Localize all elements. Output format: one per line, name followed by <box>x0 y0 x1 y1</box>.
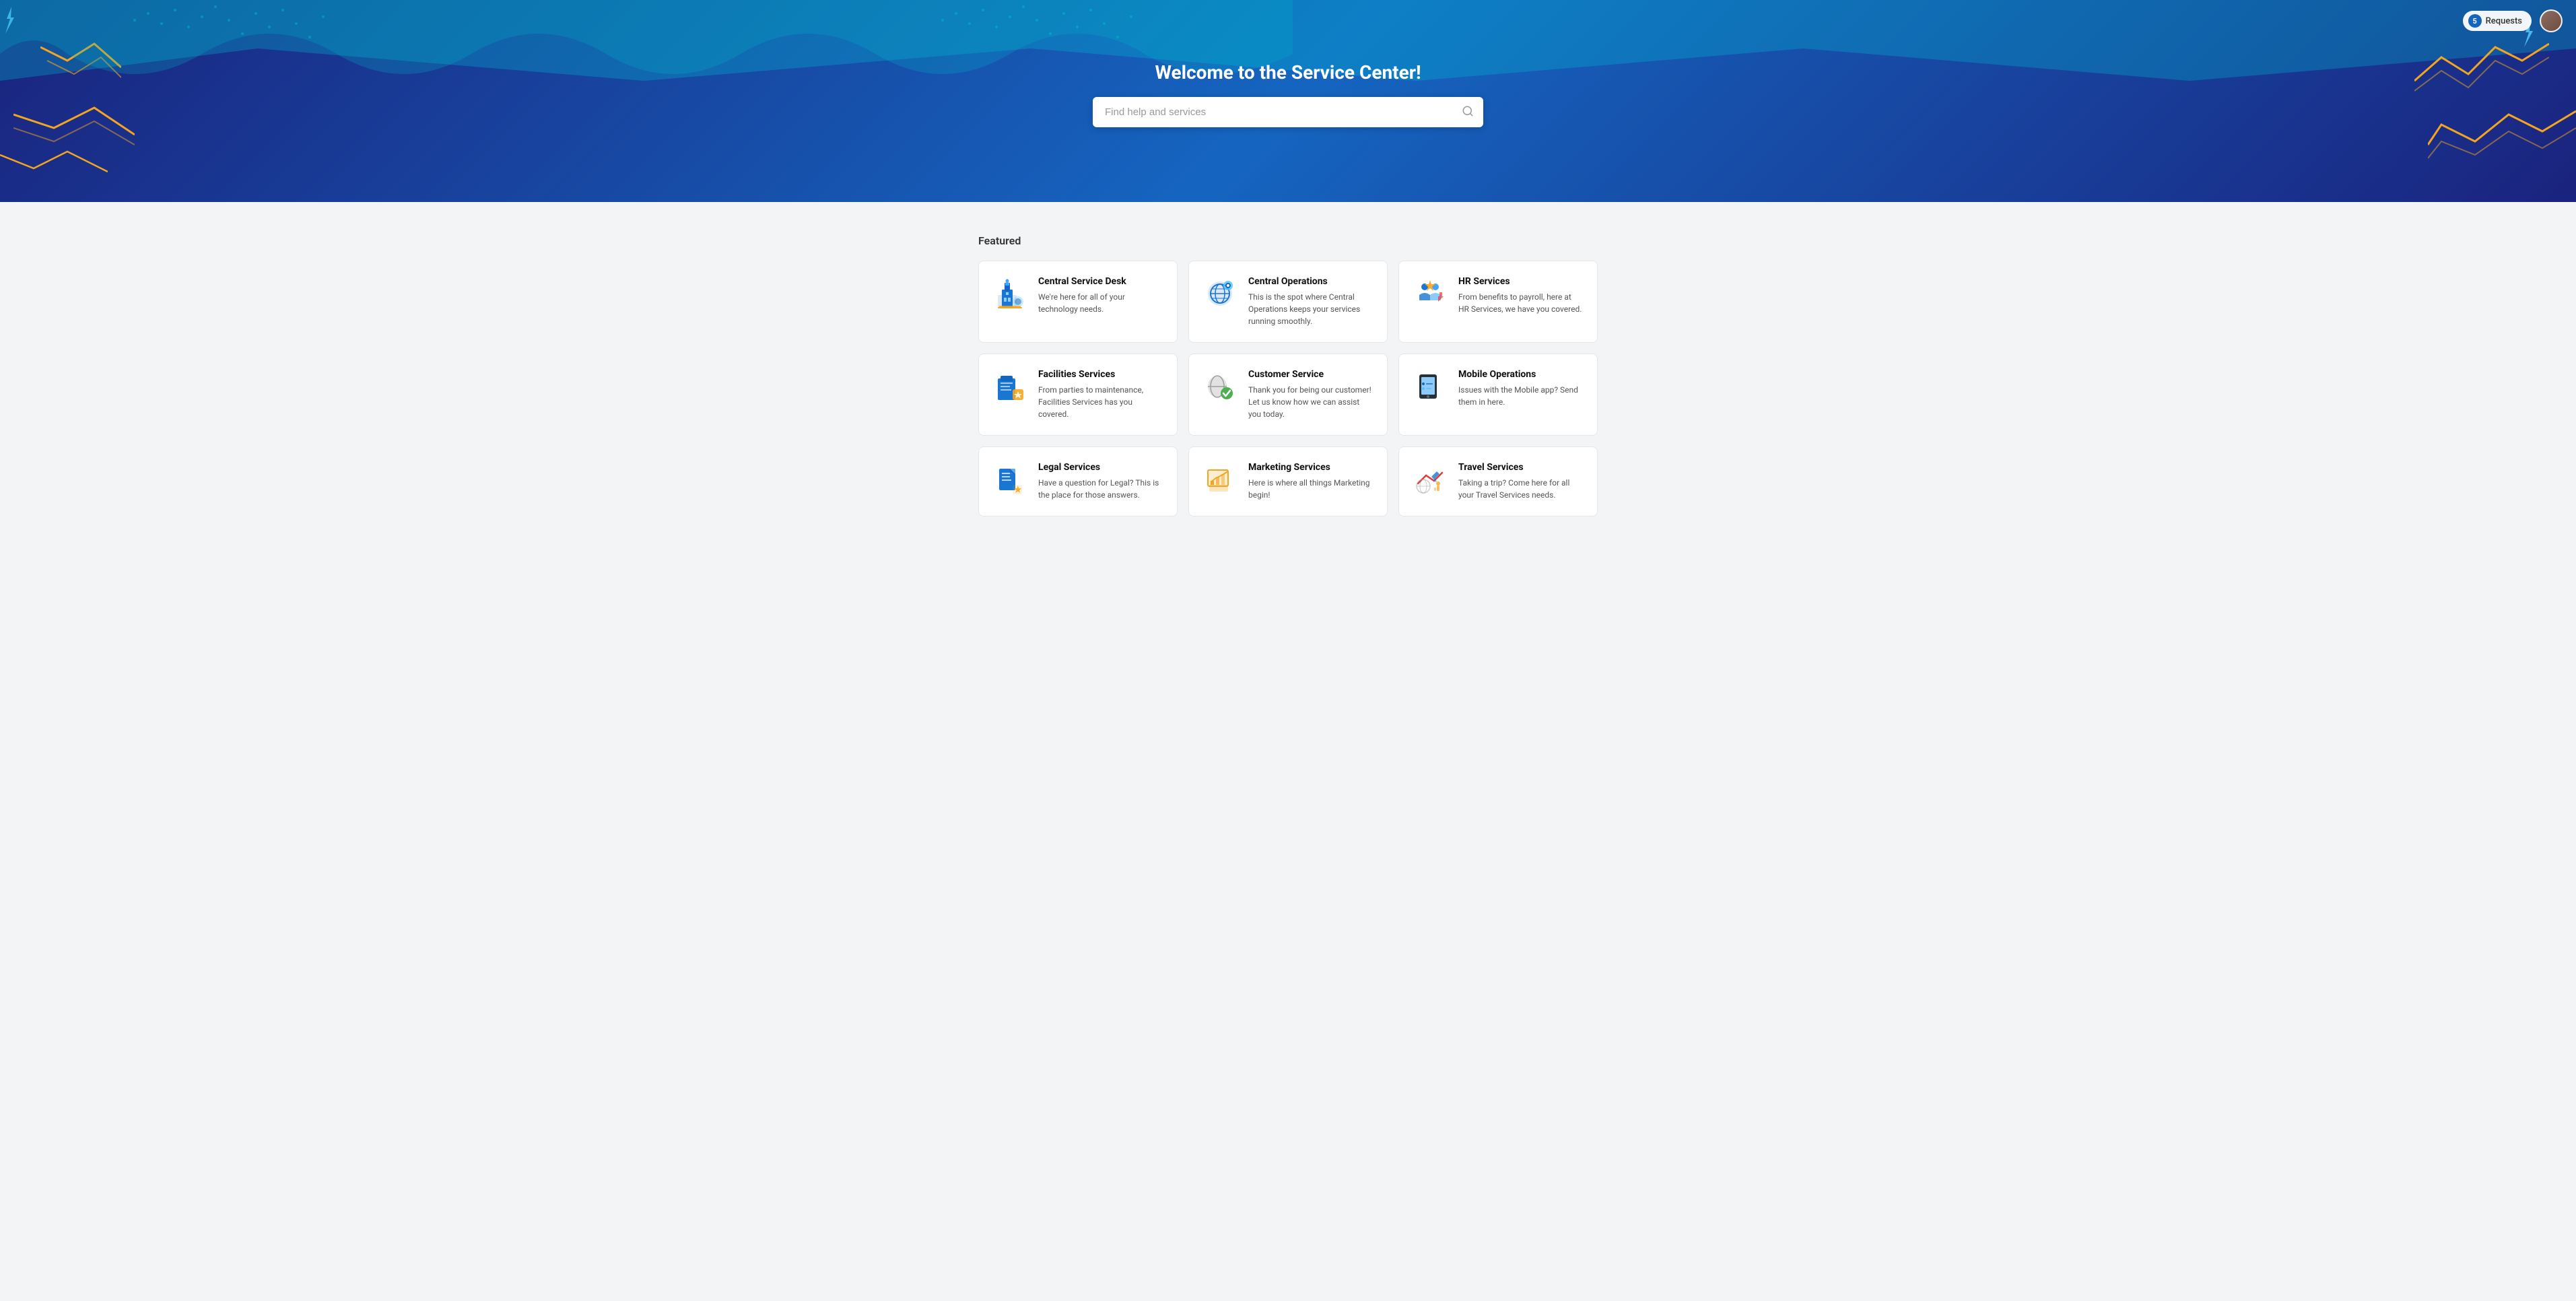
card-icon-central-operations <box>1202 276 1238 311</box>
card-desc-legal-services: Have a question for Legal? This is the p… <box>1038 477 1163 501</box>
card-text-central-operations: Central Operations This is the spot wher… <box>1248 276 1374 327</box>
card-icon-hr-services <box>1413 276 1448 311</box>
card-icon-marketing-services <box>1202 462 1238 497</box>
card-title-customer-service: Customer Service <box>1248 369 1374 380</box>
card-title-hr-services: HR Services <box>1458 276 1584 287</box>
card-desc-mobile-operations: Issues with the Mobile app? Send them in… <box>1458 384 1584 408</box>
card-desc-hr-services: From benefits to payroll, here at HR Ser… <box>1458 291 1584 315</box>
avatar-image <box>2541 11 2561 31</box>
search-bar <box>1093 97 1483 127</box>
card-title-travel-services: Travel Services <box>1458 462 1584 473</box>
card-text-facilities-services: Facilities Services From parties to main… <box>1038 369 1163 420</box>
card-text-legal-services: Legal Services Have a question for Legal… <box>1038 462 1163 501</box>
card-icon-central-service-desk <box>992 276 1027 311</box>
card-desc-marketing-services: Here is where all things Marketing begin… <box>1248 477 1374 501</box>
card-desc-customer-service: Thank you for being our customer! Let us… <box>1248 384 1374 420</box>
card-title-marketing-services: Marketing Services <box>1248 462 1374 473</box>
top-nav: 5 Requests <box>2463 9 2563 32</box>
section-title: Featured <box>978 234 1598 247</box>
lightning-decoration-6 <box>2428 108 2576 162</box>
card-icon-travel-services <box>1413 462 1448 497</box>
card-title-facilities-services: Facilities Services <box>1038 369 1163 380</box>
card-text-travel-services: Travel Services Taking a trip? Come here… <box>1458 462 1584 501</box>
card-mobile-operations[interactable]: Mobile Operations Issues with the Mobile… <box>1398 354 1598 436</box>
card-icon-facilities-services <box>992 369 1027 404</box>
card-text-customer-service: Customer Service Thank you for being our… <box>1248 369 1374 420</box>
card-desc-central-operations: This is the spot where Central Operation… <box>1248 291 1374 327</box>
card-facilities-services[interactable]: Facilities Services From parties to main… <box>978 354 1178 436</box>
card-marketing-services[interactable]: Marketing Services Here is where all thi… <box>1188 446 1388 516</box>
card-customer-service[interactable]: Customer Service Thank you for being our… <box>1188 354 1388 436</box>
card-title-legal-services: Legal Services <box>1038 462 1163 473</box>
lightning-decoration <box>3 7 17 34</box>
page-title: Welcome to the Service Center! <box>1155 61 1421 84</box>
card-text-marketing-services: Marketing Services Here is where all thi… <box>1248 462 1374 501</box>
card-title-central-service-desk: Central Service Desk <box>1038 276 1163 287</box>
card-hr-services[interactable]: HR Services From benefits to payroll, he… <box>1398 261 1598 343</box>
requests-count: 5 <box>2468 14 2482 28</box>
card-desc-central-service-desk: We're here for all of your technology ne… <box>1038 291 1163 315</box>
card-text-mobile-operations: Mobile Operations Issues with the Mobile… <box>1458 369 1584 408</box>
card-title-central-operations: Central Operations <box>1248 276 1374 287</box>
card-central-service-desk[interactable]: Central Service Desk We're here for all … <box>978 261 1178 343</box>
lightning-decoration-2 <box>13 101 135 148</box>
card-text-central-service-desk: Central Service Desk We're here for all … <box>1038 276 1163 315</box>
search-input[interactable] <box>1093 97 1483 127</box>
card-icon-mobile-operations <box>1413 369 1448 404</box>
card-central-operations[interactable]: Central Operations This is the spot wher… <box>1188 261 1388 343</box>
card-legal-services[interactable]: Legal Services Have a question for Legal… <box>978 446 1178 516</box>
card-icon-legal-services <box>992 462 1027 497</box>
header: 5 Requests Welcome to the Service Center… <box>0 0 2576 202</box>
requests-label: Requests <box>2486 16 2522 26</box>
cards-grid: Central Service Desk We're here for all … <box>978 261 1598 516</box>
lightning-decoration-5 <box>2414 40 2549 94</box>
card-travel-services[interactable]: Travel Services Taking a trip? Come here… <box>1398 446 1598 516</box>
requests-button[interactable]: 5 Requests <box>2463 11 2532 31</box>
main-content: Featured Central Service Desk We're here… <box>965 202 1611 557</box>
lightning-decoration-3 <box>0 148 108 182</box>
card-desc-travel-services: Taking a trip? Come here for all your Tr… <box>1458 477 1584 501</box>
card-desc-facilities-services: From parties to maintenance, Facilities … <box>1038 384 1163 420</box>
card-title-mobile-operations: Mobile Operations <box>1458 369 1584 380</box>
card-icon-customer-service <box>1202 369 1238 404</box>
card-text-hr-services: HR Services From benefits to payroll, he… <box>1458 276 1584 315</box>
avatar[interactable] <box>2540 9 2563 32</box>
lightning-decoration-1 <box>40 40 121 81</box>
